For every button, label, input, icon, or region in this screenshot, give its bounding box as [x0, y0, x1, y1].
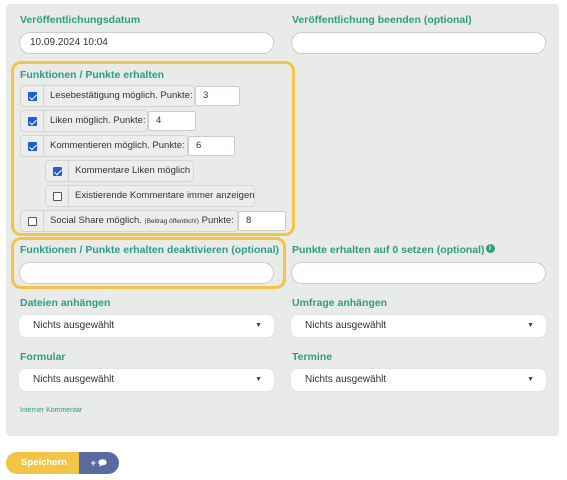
- like-checkbox[interactable]: [28, 117, 37, 126]
- chevron-down-icon: ▼: [255, 322, 262, 329]
- like-points-input[interactable]: 4: [148, 111, 196, 131]
- chevron-down-icon: ▼: [527, 322, 534, 329]
- read-points-input[interactable]: 3: [195, 86, 240, 106]
- save-button[interactable]: Speichern: [6, 452, 82, 474]
- attach-survey-value: Nichts ausgewählt: [305, 320, 387, 331]
- form-select[interactable]: Nichts ausgewählt ▼: [19, 369, 274, 391]
- like-row: Liken möglich. Punkte:: [20, 110, 148, 132]
- comment-points-input[interactable]: 6: [188, 136, 235, 156]
- comment-show-label: Existierende Kommentare immer anzeigen: [75, 190, 255, 201]
- read-confirmation-row: Lesebestätigung möglich. Punkte:: [20, 85, 195, 107]
- attach-survey-select[interactable]: Nichts ausgewählt ▼: [291, 315, 546, 337]
- comment-like-row: Kommentare Liken möglich: [45, 160, 194, 182]
- add-comment-button[interactable]: +: [79, 452, 119, 474]
- social-share-points-input[interactable]: 8: [238, 211, 286, 231]
- attach-files-label: Dateien anhängen: [20, 297, 111, 309]
- like-label: Liken möglich. Punkte:: [50, 115, 146, 126]
- end-publish-label: Veröffentlichung beenden (optional): [292, 14, 472, 26]
- read-confirmation-label: Lesebestätigung möglich. Punkte:: [50, 90, 193, 101]
- publish-date-label: Veröffentlichungsdatum: [20, 14, 141, 26]
- zero-points-label: Punkte erhalten auf 0 setzen (optional) i: [292, 244, 495, 256]
- info-icon[interactable]: i: [485, 244, 495, 253]
- form-label: Formular: [20, 351, 66, 363]
- attach-files-select[interactable]: Nichts ausgewählt ▼: [19, 315, 274, 337]
- dates-label: Termine: [292, 351, 333, 363]
- social-share-checkbox[interactable]: [28, 217, 37, 226]
- chevron-down-icon: ▼: [527, 376, 534, 383]
- deactivate-input[interactable]: [19, 262, 274, 284]
- attach-survey-label: Umfrage anhängen: [292, 297, 388, 309]
- comment-label: Kommentieren möglich. Punkte:: [50, 140, 185, 151]
- deactivate-label: Funktionen / Punkte erhalten deaktiviere…: [20, 244, 280, 256]
- dates-value: Nichts ausgewählt: [305, 374, 387, 385]
- comment-like-checkbox[interactable]: [53, 167, 62, 176]
- comment-like-label: Kommentare Liken möglich: [75, 165, 191, 176]
- dates-select[interactable]: Nichts ausgewählt ▼: [291, 369, 546, 391]
- form-value: Nichts ausgewählt: [33, 374, 115, 385]
- end-publish-input[interactable]: [291, 32, 546, 54]
- social-share-label: Social Share möglich. (Beitrag öffentlic…: [50, 215, 234, 226]
- comment-checkbox[interactable]: [28, 142, 37, 151]
- comment-row: Kommentieren möglich. Punkte:: [20, 135, 188, 157]
- attach-files-value: Nichts ausgewählt: [33, 320, 115, 331]
- read-confirmation-checkbox[interactable]: [28, 92, 37, 101]
- social-share-note: (Beitrag öffentlich!): [144, 218, 199, 225]
- functions-label: Funktionen / Punkte erhalten: [20, 69, 165, 81]
- add-comment-plus: +: [90, 458, 96, 468]
- internal-comment-link[interactable]: Interner Kommentar: [20, 407, 82, 414]
- zero-points-input[interactable]: [291, 262, 546, 284]
- chevron-down-icon: ▼: [255, 376, 262, 383]
- speech-bubble-icon: [98, 459, 108, 467]
- social-share-row: Social Share möglich. (Beitrag öffentlic…: [20, 210, 238, 232]
- comment-show-checkbox[interactable]: [53, 192, 62, 201]
- comment-show-row: Existierende Kommentare immer anzeigen: [45, 185, 255, 207]
- publish-date-input[interactable]: 10.09.2024 10:04: [19, 32, 274, 54]
